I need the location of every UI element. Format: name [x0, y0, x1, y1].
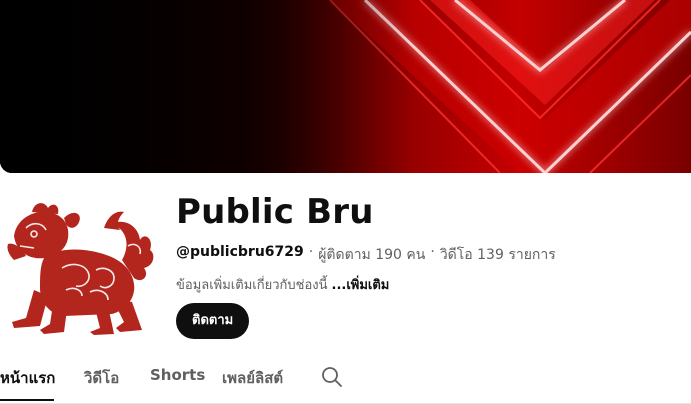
tab-shorts[interactable]: Shorts — [150, 366, 205, 384]
tab-search[interactable] — [320, 365, 344, 389]
subscribe-button[interactable]: ติดตาม — [176, 303, 250, 339]
more-link[interactable]: ...เพิ่มเติม — [332, 278, 390, 293]
tab-home[interactable]: หน้าแรก — [0, 366, 55, 390]
meta-separator: · — [308, 244, 314, 260]
channel-banner — [0, 0, 691, 173]
about-text: ข้อมูลเพิ่มเติมเกี่ยวกับช่องนี้ — [176, 278, 328, 293]
meta-separator: · — [430, 244, 435, 260]
tab-playlists[interactable]: เพลย์ลิสต์ — [222, 366, 283, 390]
channel-avatar[interactable] — [4, 198, 160, 336]
singha-lion-logo — [7, 203, 154, 335]
video-count: วิดีโอ 139 รายการ — [439, 247, 556, 263]
active-tab-indicator — [0, 399, 54, 401]
channel-name: Public Bru — [176, 192, 374, 232]
subscriber-count: ผู้ติดตาม 190 คน — [318, 247, 426, 263]
channel-meta: @publicbru6729 · ผู้ติดตาม 190 คน · วิดี… — [176, 244, 556, 266]
channel-about[interactable]: ข้อมูลเพิ่มเติมเกี่ยวกับช่องนี้ ...เพิ่มเ… — [176, 274, 389, 295]
channel-handle: @publicbru6729 — [176, 244, 304, 260]
tab-videos[interactable]: วิดีโอ — [84, 366, 119, 390]
channel-tabs: หน้าแรก วิดีโอ Shorts เพลย์ลิสต์ — [0, 362, 691, 404]
search-icon — [322, 367, 342, 387]
